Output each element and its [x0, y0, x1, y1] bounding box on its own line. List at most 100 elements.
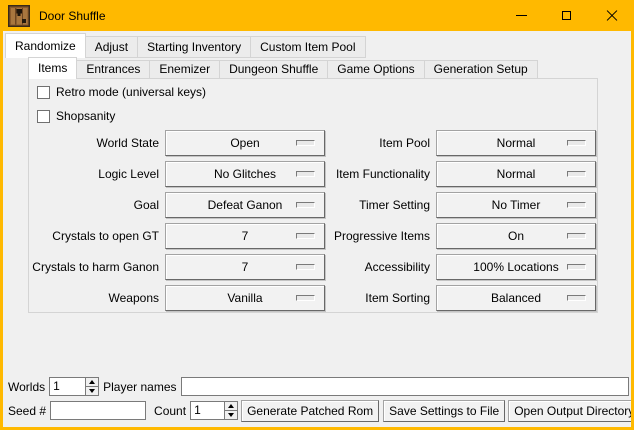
- timer-setting-value: No Timer: [492, 198, 541, 212]
- logic-level-dropdown[interactable]: No Glitches: [165, 161, 325, 187]
- retro-mode-checkbox[interactable]: [37, 86, 50, 99]
- crystals-harm-ganon-dropdown[interactable]: 7: [165, 254, 325, 280]
- shopsanity-label: Shopsanity: [56, 109, 115, 123]
- bottom-row-2: Seed # Count 1 Generate Patched Rom Save…: [8, 399, 628, 422]
- item-sorting-dropdown[interactable]: Balanced: [436, 285, 596, 311]
- item-functionality-label: Item Functionality: [336, 161, 430, 187]
- tab-starting-inventory[interactable]: Starting Inventory: [137, 36, 251, 58]
- retro-mode-label: Retro mode (universal keys): [56, 85, 206, 99]
- dropdown-indicator-icon: [296, 202, 315, 208]
- player-names-input[interactable]: [181, 377, 630, 396]
- dropdown-indicator-icon: [296, 171, 315, 177]
- close-icon: [606, 10, 618, 22]
- world-state-value: Open: [230, 136, 259, 150]
- down-arrow-icon[interactable]: [86, 387, 98, 395]
- crystals-open-gt-dropdown[interactable]: 7: [165, 223, 325, 249]
- item-functionality-dropdown[interactable]: Normal: [436, 161, 596, 187]
- accessibility-dropdown[interactable]: 100% Locations: [436, 254, 596, 280]
- seed-label: Seed #: [8, 404, 46, 418]
- shopsanity-row: Shopsanity: [37, 109, 115, 123]
- items-pane: Retro mode (universal keys) Shopsanity W…: [28, 78, 598, 313]
- tab-custom-item-pool[interactable]: Custom Item Pool: [250, 36, 365, 58]
- item-functionality-value: Normal: [497, 167, 536, 181]
- dropdown-indicator-icon: [296, 264, 315, 270]
- door-shuffle-window: Door Shuffle Randomize Adjust Starting I…: [0, 0, 634, 430]
- timer-setting-dropdown[interactable]: No Timer: [436, 192, 596, 218]
- count-stepper[interactable]: 1: [190, 401, 238, 420]
- dropdown-indicator-icon: [296, 233, 315, 239]
- window-border: [0, 0, 3, 430]
- window-title: Door Shuffle: [39, 9, 106, 23]
- logic-level-label: Logic Level: [98, 161, 159, 187]
- save-settings-button[interactable]: Save Settings to File: [383, 400, 505, 422]
- dropdown-indicator-icon: [567, 171, 586, 177]
- maximize-icon: [562, 11, 571, 20]
- seed-input[interactable]: [50, 401, 146, 420]
- progressive-items-label: Progressive Items: [334, 223, 430, 249]
- goal-value: Defeat Ganon: [208, 198, 283, 212]
- logic-level-value: No Glitches: [214, 167, 276, 181]
- generate-patched-rom-button[interactable]: Generate Patched Rom: [241, 400, 379, 422]
- count-value: 1: [191, 402, 224, 419]
- dropdown-indicator-icon: [567, 264, 586, 270]
- inner-tab-bar: Items Entrances Enemizer Dungeon Shuffle…: [28, 57, 537, 79]
- worlds-value: 1: [50, 378, 85, 395]
- weapons-value: Vanilla: [227, 291, 262, 305]
- weapons-dropdown[interactable]: Vanilla: [165, 285, 325, 311]
- open-output-directory-button[interactable]: Open Output Directory: [508, 400, 634, 422]
- goal-dropdown[interactable]: Defeat Ganon: [165, 192, 325, 218]
- weapons-label: Weapons: [109, 285, 159, 311]
- shopsanity-checkbox[interactable]: [37, 110, 50, 123]
- dropdown-indicator-icon: [296, 140, 315, 146]
- world-state-dropdown[interactable]: Open: [165, 130, 325, 156]
- retro-mode-row: Retro mode (universal keys): [37, 85, 206, 99]
- crystals-harm-ganon-label: Crystals to harm Ganon: [32, 254, 159, 280]
- tab-entrances[interactable]: Entrances: [76, 60, 150, 79]
- crystals-harm-ganon-value: 7: [242, 260, 249, 274]
- minimize-icon: [516, 15, 527, 16]
- worlds-stepper-arrows: [85, 378, 98, 395]
- dropdown-indicator-icon: [296, 295, 315, 301]
- goal-label: Goal: [134, 192, 159, 218]
- count-stepper-arrows: [224, 402, 237, 419]
- tab-game-options[interactable]: Game Options: [327, 60, 424, 79]
- crystals-open-gt-label: Crystals to open GT: [52, 223, 159, 249]
- item-pool-label: Item Pool: [379, 130, 430, 156]
- up-arrow-icon[interactable]: [86, 378, 98, 387]
- player-names-label: Player names: [103, 380, 176, 394]
- outer-tab-bar: Randomize Adjust Starting Inventory Cust…: [5, 33, 365, 58]
- minimize-button[interactable]: [499, 0, 544, 31]
- tab-enemizer[interactable]: Enemizer: [149, 60, 220, 79]
- close-button[interactable]: [589, 0, 634, 31]
- item-pool-value: Normal: [497, 136, 536, 150]
- caption-buttons: [499, 0, 634, 31]
- tab-randomize[interactable]: Randomize: [5, 33, 86, 58]
- tab-items[interactable]: Items: [28, 57, 77, 79]
- dropdown-indicator-icon: [567, 295, 586, 301]
- down-arrow-icon[interactable]: [225, 411, 237, 419]
- item-pool-dropdown[interactable]: Normal: [436, 130, 596, 156]
- app-icon: [8, 5, 30, 27]
- accessibility-value: 100% Locations: [473, 260, 558, 274]
- timer-setting-label: Timer Setting: [359, 192, 430, 218]
- bottom-row-1: Worlds 1 Player names: [8, 376, 629, 397]
- maximize-button[interactable]: [544, 0, 589, 31]
- progressive-items-dropdown[interactable]: On: [436, 223, 596, 249]
- accessibility-label: Accessibility: [365, 254, 430, 280]
- up-arrow-icon[interactable]: [225, 402, 237, 411]
- tab-adjust[interactable]: Adjust: [85, 36, 138, 58]
- item-sorting-label: Item Sorting: [365, 285, 430, 311]
- count-label: Count: [154, 404, 186, 418]
- item-sorting-value: Balanced: [491, 291, 541, 305]
- dropdown-indicator-icon: [567, 140, 586, 146]
- worlds-label: Worlds: [8, 380, 45, 394]
- crystals-open-gt-value: 7: [242, 229, 249, 243]
- tab-dungeon-shuffle[interactable]: Dungeon Shuffle: [219, 60, 328, 79]
- titlebar[interactable]: Door Shuffle: [0, 0, 634, 31]
- tab-generation-setup[interactable]: Generation Setup: [424, 60, 538, 79]
- dropdown-indicator-icon: [567, 202, 586, 208]
- dropdown-indicator-icon: [567, 233, 586, 239]
- world-state-label: World State: [97, 130, 159, 156]
- worlds-stepper[interactable]: 1: [49, 377, 99, 396]
- progressive-items-value: On: [508, 229, 524, 243]
